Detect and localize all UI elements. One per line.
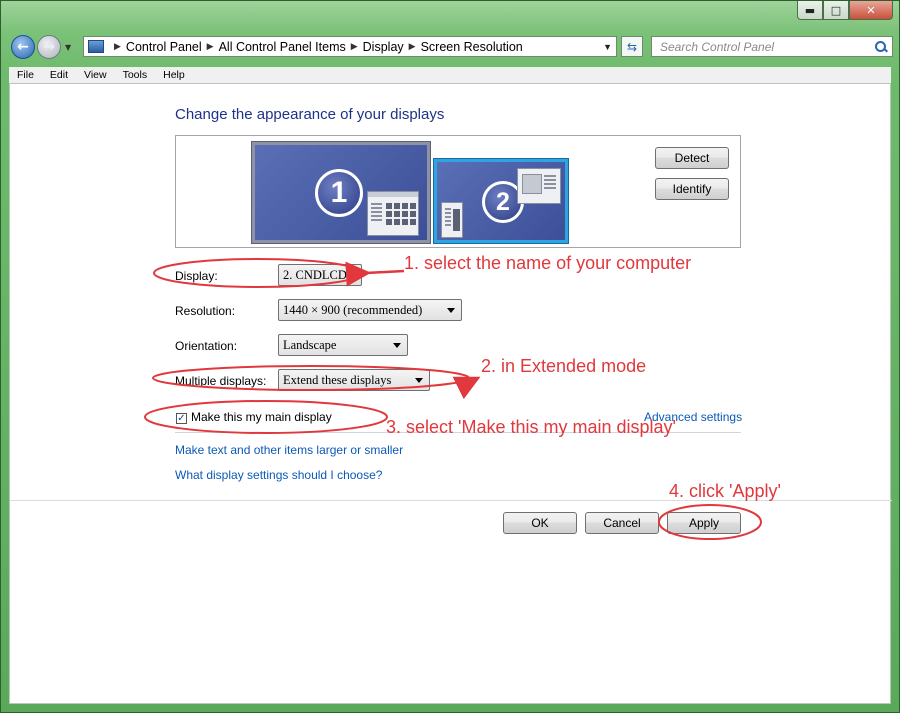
multiple-displays-label: Multiple displays: <box>175 374 267 388</box>
monitor-2[interactable]: 2 <box>433 158 569 244</box>
identify-button[interactable]: Identify <box>655 178 729 200</box>
address-bar[interactable]: ▶ Control Panel ▶ All Control Panel Item… <box>83 36 617 57</box>
address-dropdown-icon[interactable]: ▼ <box>603 42 612 52</box>
chevron-right-icon[interactable]: ▶ <box>409 41 416 52</box>
breadcrumb-screen-resolution[interactable]: Screen Resolution <box>421 40 523 54</box>
annotation-step-1: 1. select the name of your computer <box>404 253 692 273</box>
window-thumbnail-icon <box>517 168 561 204</box>
chevron-down-icon <box>393 342 401 348</box>
window-frame: ▬ □ ✕ ← → ▼ ▶ Control Panel ▶ All Contro… <box>0 0 900 713</box>
control-panel-icon <box>88 40 104 53</box>
menu-edit[interactable]: Edit <box>50 69 68 81</box>
text-size-link[interactable]: Make text and other items larger or smal… <box>175 443 403 457</box>
annotation-step-4: 4. click 'Apply' <box>669 481 781 501</box>
display-select[interactable]: 2. CNDLCD <box>278 264 362 286</box>
maximize-button[interactable]: □ <box>823 1 849 20</box>
detect-button[interactable]: Detect <box>655 147 729 169</box>
breadcrumb-control-panel[interactable]: Control Panel <box>126 40 202 54</box>
orientation-label: Orientation: <box>175 339 238 353</box>
menu-file[interactable]: File <box>17 69 34 81</box>
search-icon[interactable] <box>874 40 888 54</box>
recent-pages-dropdown-icon[interactable]: ▼ <box>65 43 71 52</box>
annotation-step-2: 2. in Extended mode <box>481 356 647 376</box>
help-link[interactable]: What display settings should I choose? <box>175 468 382 482</box>
chevron-down-icon <box>415 377 423 383</box>
menu-help[interactable]: Help <box>163 69 185 81</box>
monitor-number-1: 1 <box>315 169 363 217</box>
arrow-left-icon: ← <box>17 39 29 55</box>
resolution-select[interactable]: 1440 × 900 (recommended) <box>278 299 462 321</box>
resolution-select-value: 1440 × 900 (recommended) <box>283 302 423 317</box>
window-thumbnail-icon <box>441 202 463 238</box>
ok-button[interactable]: OK <box>503 512 577 534</box>
page-title: Change the appearance of your displays <box>175 106 445 123</box>
chevron-down-icon <box>447 307 455 313</box>
apply-button[interactable]: Apply <box>667 512 741 534</box>
orientation-select-value: Landscape <box>283 337 337 352</box>
window-controls: ▬ □ ✕ <box>797 1 893 20</box>
arrow-right-icon: → <box>43 39 55 55</box>
multiple-displays-select[interactable]: Extend these displays <box>278 369 430 391</box>
refresh-icon: ⇆ <box>626 39 638 54</box>
close-button[interactable]: ✕ <box>849 1 893 20</box>
breadcrumb-display[interactable]: Display <box>363 40 404 54</box>
display-preview: 1 2 Detect Identify <box>175 135 741 248</box>
display-select-value: 2. CNDLCD <box>283 267 347 282</box>
annotation-step-3: 3. select 'Make this my main display' <box>386 417 676 437</box>
content-pane: Change the appearance of your displays 1… <box>9 83 892 704</box>
main-display-label[interactable]: Make this my main display <box>191 410 332 424</box>
chevron-down-icon <box>347 272 355 278</box>
chevron-right-icon[interactable]: ▶ <box>351 41 358 52</box>
cancel-button[interactable]: Cancel <box>585 512 659 534</box>
orientation-select[interactable]: Landscape <box>278 334 408 356</box>
refresh-button[interactable]: ⇆ <box>621 36 643 57</box>
minimize-button[interactable]: ▬ <box>797 1 823 20</box>
window-thumbnail-icon <box>367 191 419 236</box>
chevron-right-icon[interactable]: ▶ <box>207 41 214 52</box>
breadcrumb-all-items[interactable]: All Control Panel Items <box>219 40 346 54</box>
back-button[interactable]: ← <box>11 35 35 59</box>
main-display-checkbox[interactable]: ✓ <box>176 413 187 424</box>
monitor-1[interactable]: 1 <box>251 141 431 244</box>
navigation-bar: ← → ▼ ▶ Control Panel ▶ All Control Pane… <box>9 33 893 61</box>
menu-view[interactable]: View <box>84 69 107 81</box>
menu-bar: File Edit View Tools Help <box>9 67 891 84</box>
forward-button[interactable]: → <box>37 35 61 59</box>
resolution-label: Resolution: <box>175 304 236 318</box>
chevron-right-icon[interactable]: ▶ <box>114 41 121 52</box>
menu-tools[interactable]: Tools <box>123 69 148 81</box>
display-label: Display: <box>175 269 218 283</box>
search-box <box>651 36 893 57</box>
search-input[interactable] <box>658 38 874 55</box>
multiple-displays-select-value: Extend these displays <box>283 372 392 387</box>
